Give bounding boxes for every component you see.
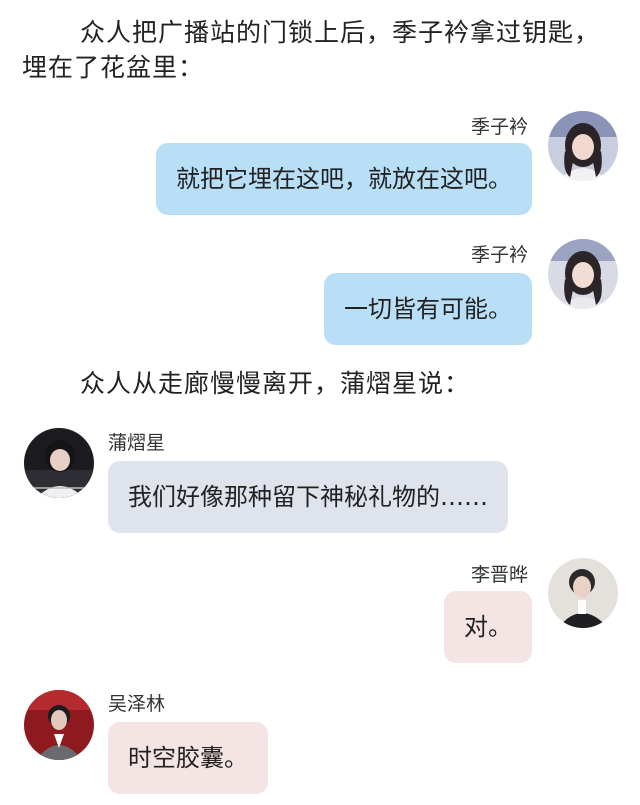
- message-bubble[interactable]: 我们好像那种留下神秘礼物的……: [108, 461, 508, 533]
- avatar[interactable]: [548, 111, 618, 181]
- message-bubble[interactable]: 一切皆有可能。: [324, 273, 532, 345]
- avatar[interactable]: [548, 558, 618, 628]
- narration-text: 众人从走廊慢慢离开，蒲熠星说：: [80, 369, 471, 398]
- avatar-photo-icon: [548, 239, 618, 309]
- narration-text: 众人把广播站的门锁上后，季子衿拿过钥匙，埋在了花盆里：: [22, 18, 601, 82]
- message-bubble[interactable]: 对。: [444, 591, 532, 663]
- avatar-photo-icon: [24, 690, 94, 760]
- sender-name: 吴泽林: [108, 693, 166, 715]
- sender-name: 李晋晔: [470, 564, 528, 586]
- sender-name: 蒲熠星: [108, 432, 166, 454]
- sender-name: 季子衿: [470, 116, 528, 138]
- avatar-photo-icon: [24, 428, 94, 498]
- avatar[interactable]: [24, 690, 94, 760]
- avatar[interactable]: [548, 239, 618, 309]
- message-bubble[interactable]: 时空胶囊。: [108, 722, 268, 794]
- avatar-photo-icon: [548, 111, 618, 181]
- sender-name: 季子衿: [470, 244, 528, 266]
- avatar[interactable]: [24, 428, 94, 498]
- avatar-photo-icon: [548, 558, 618, 628]
- message-bubble[interactable]: 就把它埋在这吧，就放在这吧。: [156, 143, 532, 215]
